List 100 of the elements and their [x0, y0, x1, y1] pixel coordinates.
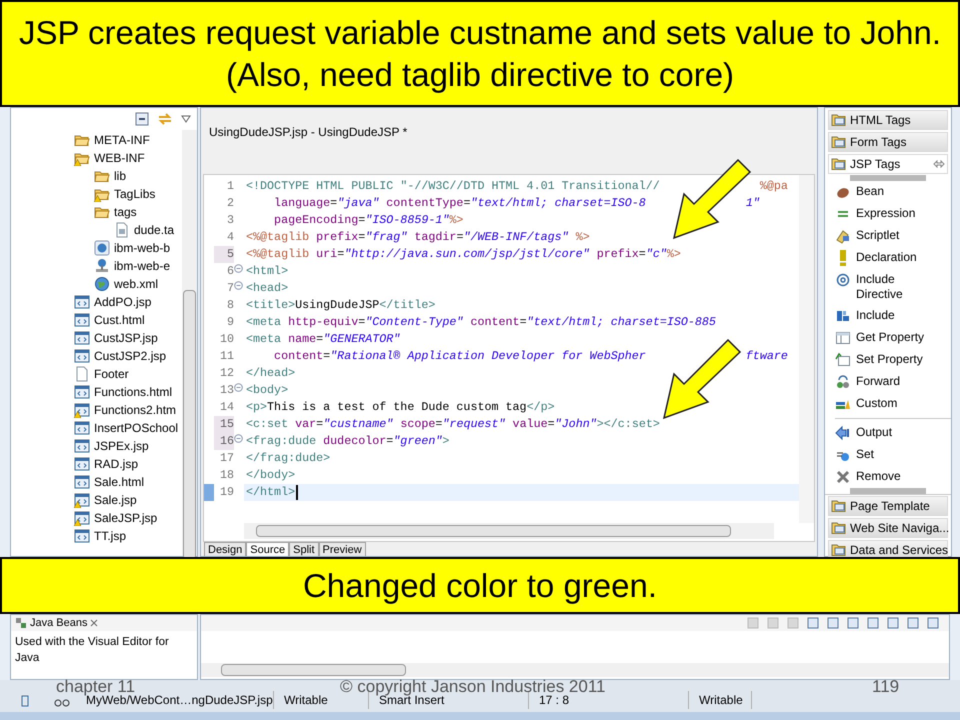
remove-icon	[835, 469, 851, 485]
tree-item[interactable]: ibm-web-b	[94, 239, 182, 257]
tree-item[interactable]: WEB-INF	[74, 149, 182, 167]
fold-icon[interactable]	[234, 383, 243, 392]
line-number: 12	[218, 364, 234, 382]
scroll-thumb[interactable]	[221, 664, 406, 676]
tree-item[interactable]: Sale.html	[74, 473, 182, 491]
tagfile-icon	[114, 222, 130, 238]
code-line: <!DOCTYPE HTML PUBLIC "-//W3C//DTD HTML 4.01 Transitional// %@pa	[245, 178, 789, 195]
toolbar-icon[interactable]	[827, 617, 839, 629]
web-icon	[74, 348, 90, 364]
tree-item[interactable]: RAD.jsp	[74, 455, 182, 473]
pin-icon[interactable]	[933, 160, 945, 168]
panel-description: Used with the Visual Editor for Java	[14, 635, 170, 666]
palette-item[interactable]: Output	[835, 422, 951, 444]
palette-item[interactable]: Get Property	[835, 327, 951, 349]
tree-item[interactable]: AddPO.jsp	[74, 293, 182, 311]
table-icon	[835, 330, 851, 346]
web-icon	[74, 510, 90, 526]
fold-icon[interactable]	[234, 434, 243, 443]
code-line: language="java" contentType="text/html; charset=ISO-8 1"	[273, 195, 761, 212]
tree-item[interactable]: lib	[94, 167, 182, 185]
palette-drawer[interactable]: Form Tags	[828, 132, 948, 152]
tree-item[interactable]: JSPEx.jsp	[74, 437, 182, 455]
globe-icon	[94, 276, 110, 292]
tree-item[interactable]: web.xml	[94, 275, 182, 293]
toolbar-icon[interactable]	[807, 617, 819, 629]
status-text: Writable	[689, 691, 752, 709]
horizontal-scrollbar[interactable]	[244, 523, 774, 539]
code-line: content="Rational® Application Developer for WebSpher ftware	[273, 348, 789, 365]
toolbar-icon[interactable]	[927, 617, 939, 629]
editor-tab[interactable]: Design	[204, 542, 246, 556]
palette-item[interactable]: Set	[835, 444, 951, 466]
palette-item[interactable]: Set Property	[835, 349, 951, 371]
folder-icon	[831, 134, 847, 150]
scrollbar[interactable]	[182, 130, 197, 556]
toolbar-icon[interactable]	[787, 617, 799, 629]
tree-item[interactable]: CustJSP.jsp	[74, 329, 182, 347]
tree-item[interactable]: tags	[94, 203, 182, 221]
scroll-thumb[interactable]	[256, 525, 731, 537]
tree-item[interactable]: TagLibs	[94, 185, 182, 203]
scrollbar[interactable]	[799, 175, 814, 523]
horizontal-scrollbar[interactable]	[201, 663, 949, 677]
palette-item[interactable]: Declaration	[835, 247, 951, 269]
web-icon	[74, 384, 90, 400]
palette-drawer[interactable]: Web Site Naviga...	[828, 518, 948, 538]
code-line: <title>UsingDudeJSP</title>	[245, 297, 436, 314]
editor-tab[interactable]: Split	[289, 542, 319, 556]
tree-item[interactable]: Functions2.htm	[74, 401, 182, 419]
fold-icon[interactable]	[234, 264, 243, 273]
collapse-icon[interactable]	[135, 112, 149, 126]
code-line: <meta http-equiv="Content-Type" content="text/html; charset=ISO-885	[245, 314, 717, 331]
page-number: 119	[872, 678, 900, 695]
tree-item[interactable]: Cust.html	[74, 311, 182, 329]
scroll-icon	[835, 228, 851, 244]
toolbar-icon[interactable]	[867, 617, 879, 629]
include-icon	[835, 308, 851, 324]
line-number: 3	[226, 212, 234, 229]
tree-item[interactable]: SaleJSP.jsp	[74, 509, 182, 527]
editor-tab[interactable]: Source	[246, 542, 290, 556]
tree-item[interactable]: dude.ta	[114, 221, 182, 239]
palette-drawer[interactable]: Page Template	[828, 496, 948, 516]
folder-icon	[831, 520, 847, 536]
palette-item[interactable]: Scriptlet	[835, 225, 951, 247]
toolbar-icon[interactable]	[747, 617, 759, 629]
fold-icon[interactable]	[234, 281, 243, 290]
editor-tab[interactable]: Preview	[318, 542, 366, 556]
extension-icon	[94, 258, 110, 274]
line-number: 19	[218, 484, 234, 501]
link-icon[interactable]	[157, 112, 173, 126]
tree-item[interactable]: Functions.html	[74, 383, 182, 401]
palette-item[interactable]: Bean	[835, 181, 951, 203]
toolbar-icon[interactable]	[767, 617, 779, 629]
line-number: 8	[226, 296, 234, 314]
scroll-thumb[interactable]	[183, 290, 196, 560]
toolbar-icon[interactable]	[847, 617, 859, 629]
web-icon	[74, 474, 90, 490]
line-number: 15	[214, 416, 234, 434]
tree-item[interactable]: ibm-web-e	[94, 257, 182, 275]
tree-item[interactable]: InsertPOSchool	[74, 419, 182, 437]
toolbar-icon[interactable]	[887, 617, 899, 629]
web-icon	[74, 528, 90, 544]
tree-item[interactable]: META-INF	[74, 131, 182, 149]
title-callout: JSP creates request variable custname and sets value to John. (Also, need taglib directive to core)	[0, 0, 960, 107]
palette-item[interactable]: Include Directive	[835, 269, 951, 305]
close-icon[interactable]	[90, 619, 98, 627]
dropdown-icon[interactable]	[181, 115, 191, 123]
palette-item[interactable]: Remove	[835, 466, 951, 488]
palette-drawer[interactable]: HTML Tags	[828, 110, 948, 130]
tree-item[interactable]: Footer	[74, 365, 182, 383]
code-line: <c:set var="custname" scope="request" value="John"></c:set>	[245, 416, 661, 433]
toolbar-icon[interactable]	[907, 617, 919, 629]
palette-item[interactable]: Custom	[835, 393, 951, 415]
palette-item[interactable]: Expression	[835, 203, 951, 225]
palette-item[interactable]: Forward	[835, 371, 951, 393]
palette-item[interactable]: Include	[835, 305, 951, 327]
tree-item[interactable]: Sale.jsp	[74, 491, 182, 509]
palette-drawer[interactable]: JSP Tags	[828, 154, 948, 174]
tree-item[interactable]: CustJSP2.jsp	[74, 347, 182, 365]
tree-item[interactable]: TT.jsp	[74, 527, 182, 545]
